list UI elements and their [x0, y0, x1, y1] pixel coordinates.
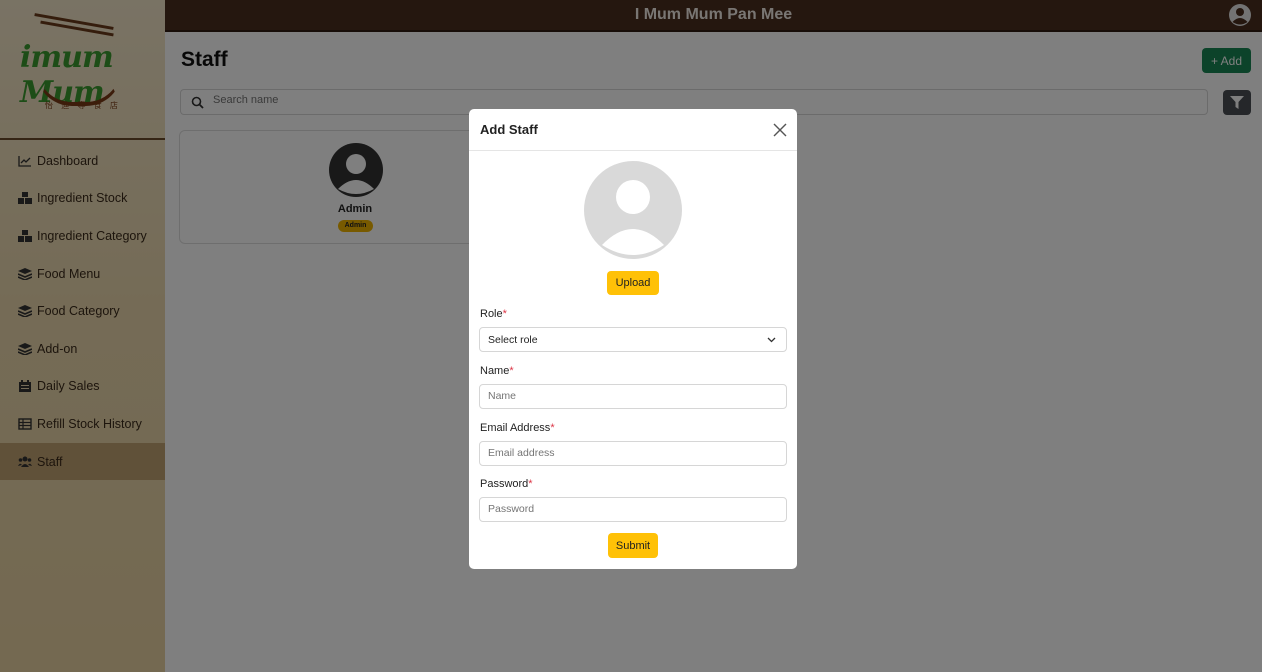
- email-label-text: Email Address: [480, 422, 551, 434]
- user-avatar-icon: [602, 180, 664, 255]
- name-field: [479, 384, 787, 409]
- password-label-text: Password: [480, 478, 529, 490]
- chevron-down-icon: [767, 337, 776, 343]
- modal-title: Add Staff: [480, 122, 538, 137]
- email-label: Email Address*: [480, 422, 555, 434]
- close-button[interactable]: [771, 121, 789, 139]
- password-label: Password*: [480, 478, 533, 490]
- role-select[interactable]: Select role: [479, 327, 787, 352]
- name-label-text: Name: [480, 365, 510, 377]
- required-mark: *: [502, 308, 507, 320]
- role-select-value: Select role: [488, 334, 538, 346]
- password-input[interactable]: [488, 503, 773, 515]
- required-mark: *: [528, 478, 533, 490]
- password-field: [479, 497, 787, 522]
- role-label-text: Role: [480, 308, 503, 320]
- required-mark: *: [550, 422, 555, 434]
- add-staff-modal: Add Staff Upload Role* Select role Name*…: [469, 109, 797, 569]
- role-label: Role*: [480, 308, 507, 320]
- email-input[interactable]: [488, 447, 773, 459]
- required-mark: *: [509, 365, 514, 377]
- upload-button[interactable]: Upload: [607, 271, 659, 295]
- name-input[interactable]: [488, 390, 773, 402]
- modal-header: Add Staff: [469, 109, 797, 151]
- profile-photo-placeholder: [584, 161, 682, 259]
- name-label: Name*: [480, 365, 514, 377]
- close-icon: [773, 123, 787, 137]
- email-field: [479, 441, 787, 466]
- submit-button[interactable]: Submit: [608, 533, 658, 558]
